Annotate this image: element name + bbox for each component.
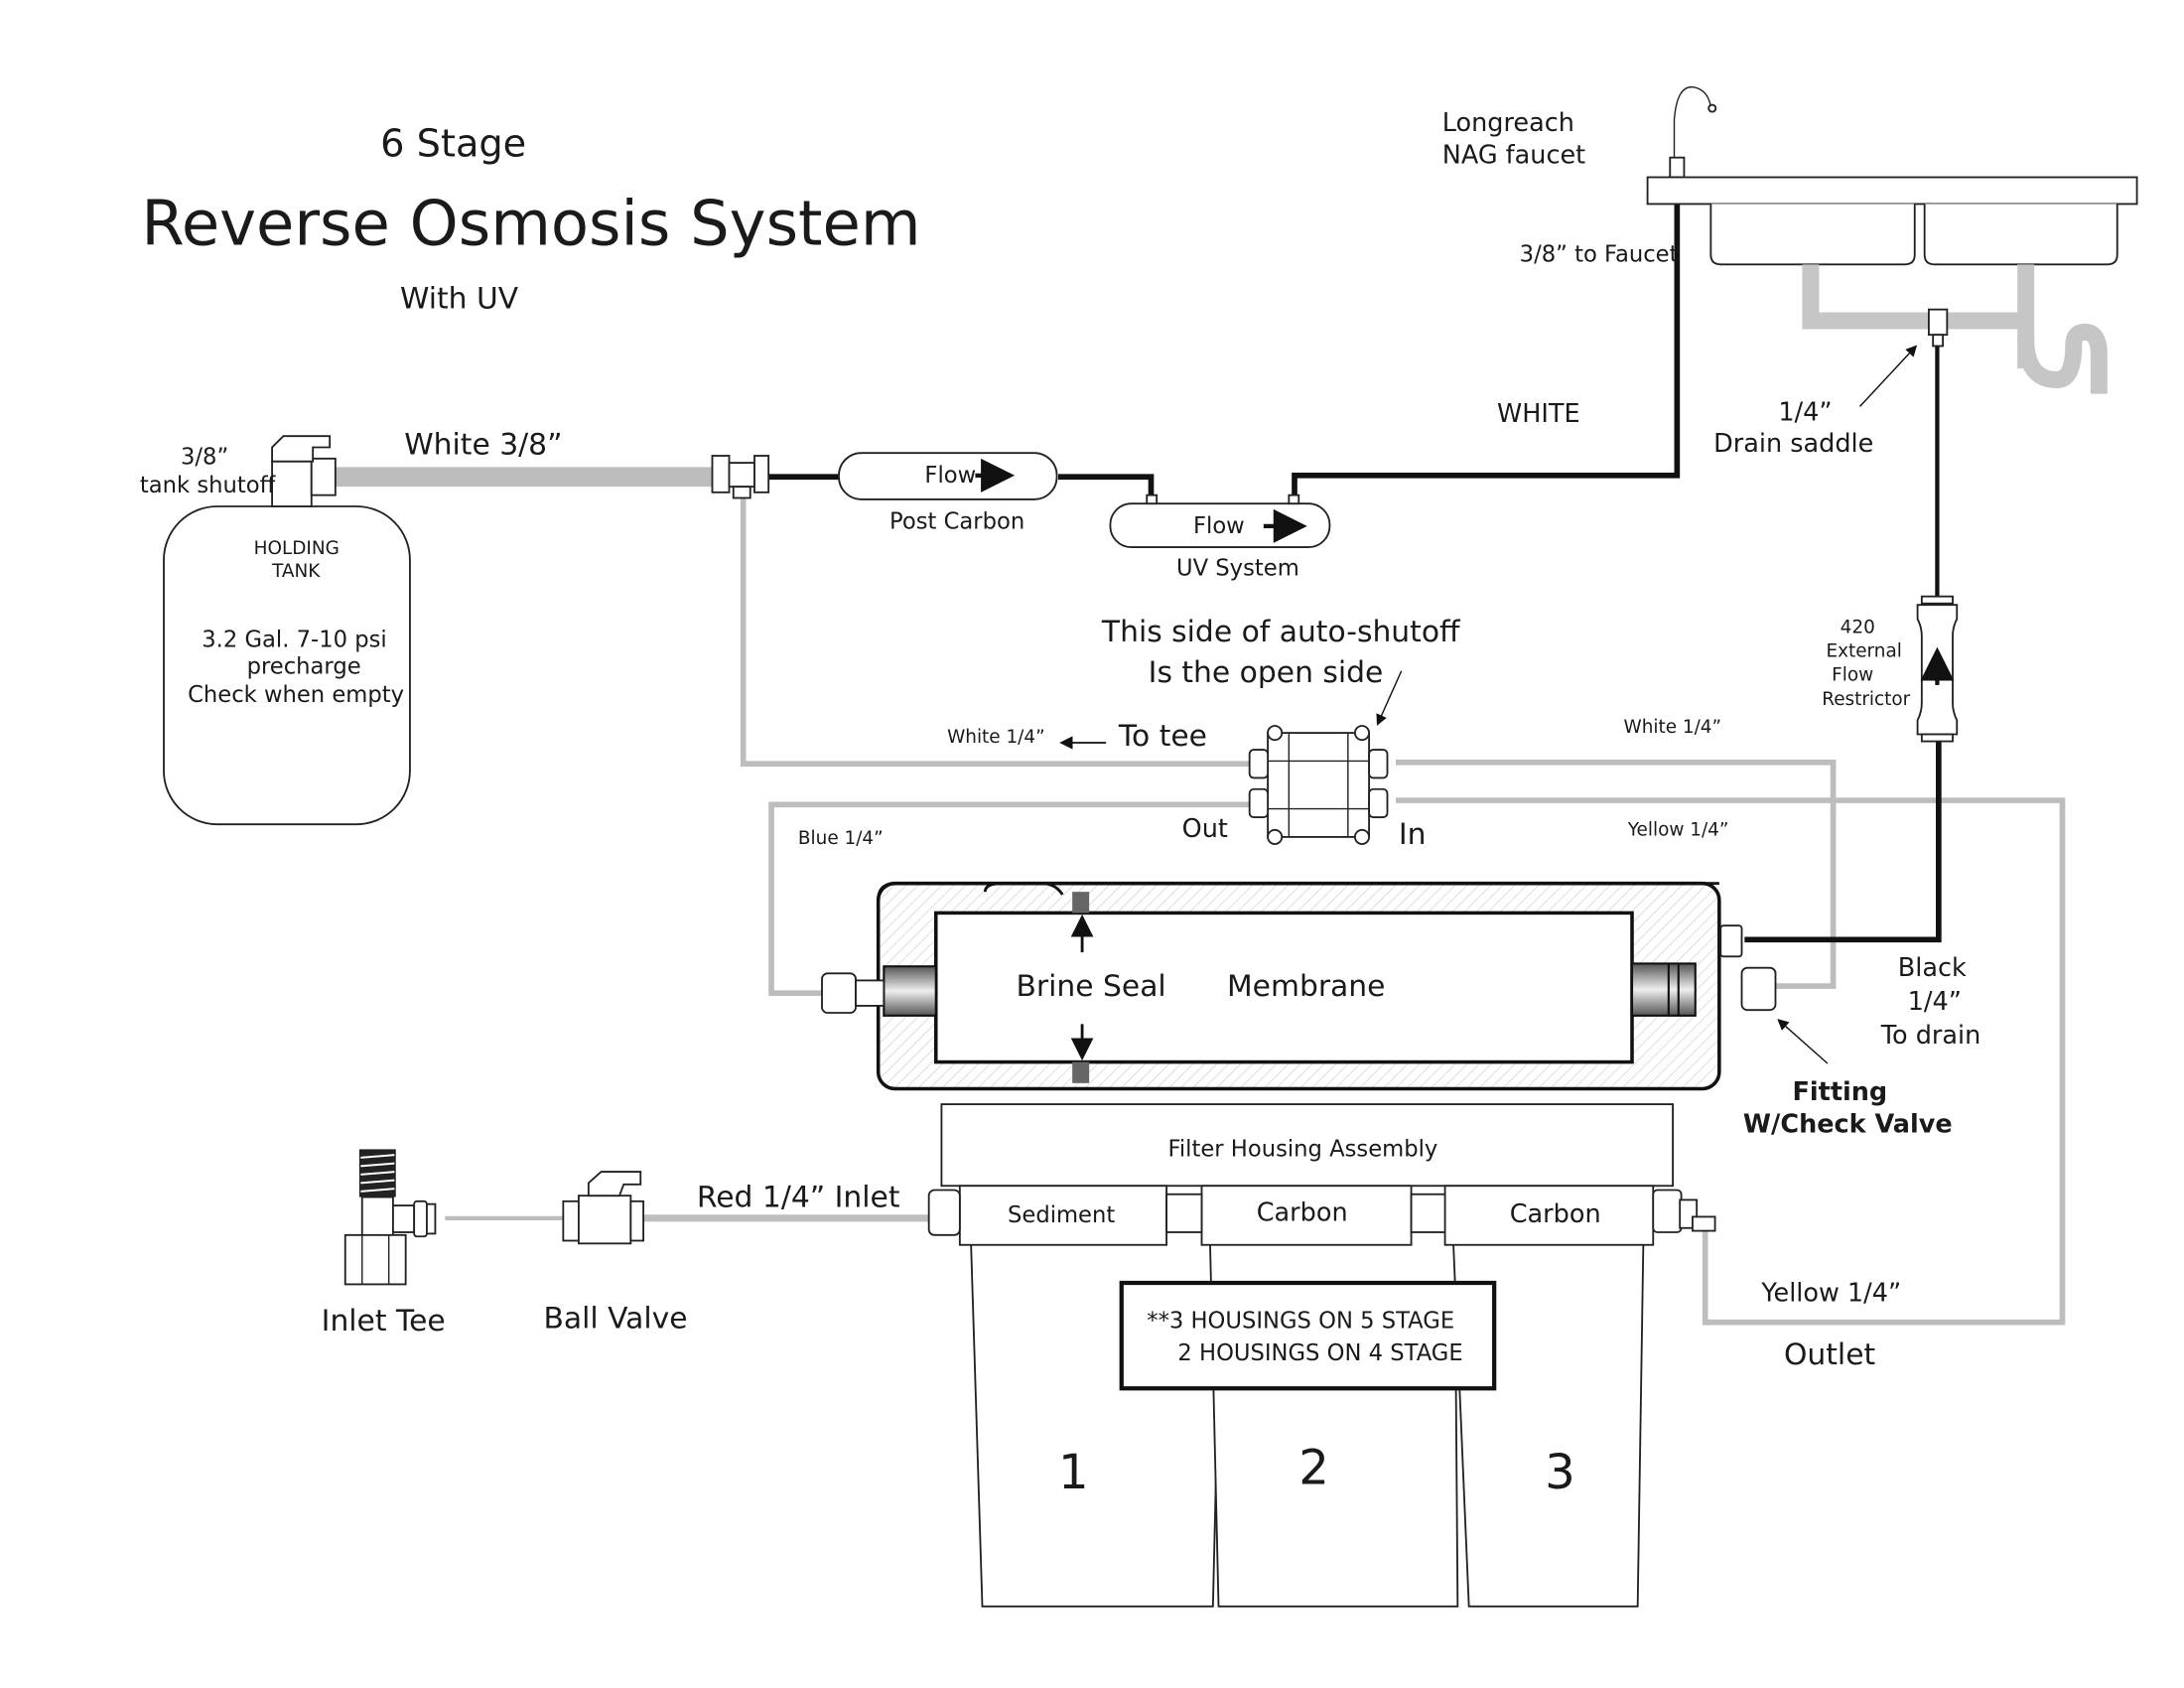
check-valve-label-1: Fitting	[1793, 1077, 1888, 1107]
restrictor-label-3: Flow	[1832, 665, 1873, 686]
tank-spec-1: 3.2 Gal. 7-10 psi	[202, 628, 386, 653]
check-valve-pointer	[1777, 1019, 1829, 1064]
faucet-label-2: NAG faucet	[1442, 140, 1585, 170]
label-white-1-4-left: White 1/4”	[947, 727, 1045, 748]
label-yellow-1-4-upper: Yellow 1/4”	[1627, 820, 1729, 841]
label-red-inlet: Red 1/4” Inlet	[697, 1181, 900, 1215]
tee-fitting	[711, 455, 770, 499]
membrane-label: Membrane	[1227, 969, 1385, 1004]
housing-note-1: **3 HOUSINGS ON 5 STAGE	[1147, 1308, 1454, 1334]
uv-system: Flow	[1109, 493, 1331, 549]
tank-shutoff-label-2: tank shutoff	[140, 473, 277, 498]
uv-system-label: UV System	[1176, 555, 1299, 581]
post-carbon-filter: Flow	[838, 452, 1058, 500]
ball-valve-label: Ball Valve	[544, 1301, 688, 1336]
label-black-2: 1/4”	[1908, 987, 1962, 1017]
page-title: Reverse Osmosis System	[141, 188, 920, 260]
filter-stage-1-number: 1	[1058, 1445, 1089, 1500]
filter-stage-2-number: 2	[1298, 1441, 1329, 1496]
tank-shutoff-label-1: 3/8”	[181, 445, 228, 471]
housing-note-2: 2 HOUSINGS ON 4 STAGE	[1177, 1340, 1462, 1366]
inlet-tee-label: Inlet Tee	[322, 1304, 446, 1338]
ball-valve	[562, 1171, 645, 1245]
filter-stage-2-name: Carbon	[1257, 1198, 1348, 1228]
tank-name-2: TANK	[271, 561, 321, 582]
check-valve-label-2: W/Check Valve	[1743, 1109, 1953, 1139]
drain-saddle-label-2: Drain saddle	[1713, 429, 1873, 459]
post-carbon-flow: Flow	[924, 463, 976, 489]
tank-spec-3: Check when empty	[188, 682, 404, 708]
inlet-tee	[343, 1149, 437, 1286]
drain-saddle-label-1: 1/4”	[1778, 398, 1832, 428]
faucet-label-1: Longreach	[1442, 108, 1574, 138]
filter-assembly-label: Filter Housing Assembly	[1167, 1137, 1437, 1163]
shutoff-note-2: Is the open side	[1149, 655, 1384, 690]
restrictor-label-4: Restrictor	[1822, 689, 1910, 710]
post-carbon-label: Post Carbon	[889, 509, 1024, 535]
auto-shutoff-valve	[1248, 725, 1389, 845]
filter-stage-1-name: Sediment	[1008, 1202, 1115, 1228]
sink	[1646, 86, 2138, 394]
title-stage: 6 Stage	[380, 121, 526, 166]
title-subtitle: With UV	[400, 281, 519, 316]
label-white-upper: WHITE	[1497, 399, 1580, 429]
filter-stage-3-number: 3	[1545, 1445, 1575, 1500]
label-white-1-4-right: White 1/4”	[1624, 717, 1722, 738]
label-white-3-8: White 3/8”	[404, 428, 562, 463]
label-yellow-1-4-outlet: Yellow 1/4”	[1760, 1278, 1901, 1308]
drain-saddle-pointer	[1858, 345, 1918, 407]
brine-seal-label: Brine Seal	[1017, 969, 1166, 1004]
uv-system-flow: Flow	[1193, 513, 1245, 539]
pipe-black-uv-faucet	[1292, 191, 1681, 501]
tank-name-1: HOLDING	[254, 538, 340, 559]
shutoff-note-1: This side of auto-shutoff	[1101, 615, 1461, 649]
pipe-black-postcarbon-uv	[1058, 474, 1155, 501]
filter-stage-3-name: Carbon	[1510, 1199, 1601, 1229]
flow-restrictor	[1916, 595, 1959, 743]
label-out: Out	[1182, 814, 1228, 844]
label-outlet: Outlet	[1784, 1337, 1875, 1372]
label-black-1: Black	[1898, 953, 1967, 983]
label-black-3: To drain	[1880, 1021, 1981, 1051]
label-in: In	[1399, 817, 1427, 852]
label-blue-1-4: Blue 1/4”	[798, 828, 884, 849]
tank-spec-2: precharge	[247, 654, 361, 680]
ro-system-diagram: 6 Stage Reverse Osmosis System With UV H…	[140, 86, 2138, 1608]
label-to-faucet: 3/8” to Faucet	[1520, 242, 1679, 268]
restrictor-label-1: 420	[1841, 618, 1875, 638]
restrictor-label-2: External	[1827, 641, 1902, 662]
label-to-tee: To tee	[1118, 719, 1207, 754]
pipe-black-drain	[1744, 737, 1942, 943]
